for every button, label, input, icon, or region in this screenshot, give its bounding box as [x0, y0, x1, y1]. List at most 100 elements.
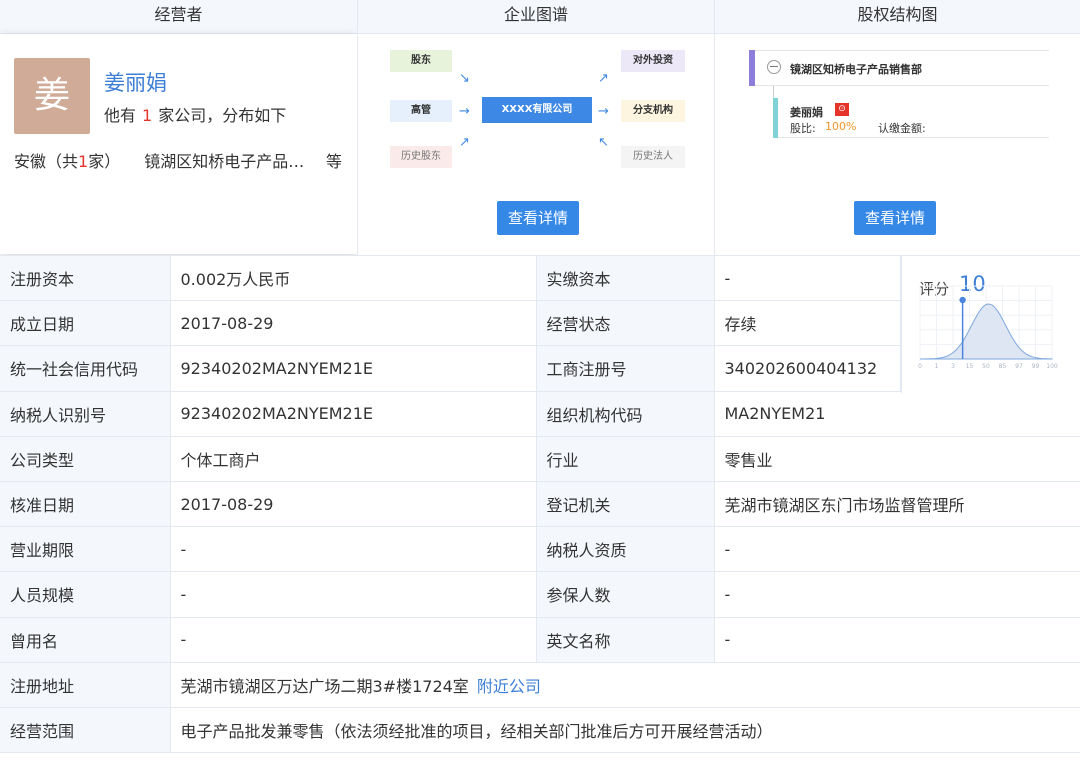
row-value: - — [713, 526, 1080, 573]
row-label: 注册地址 — [0, 662, 171, 708]
row-value: 芜湖市镜湖区东门市场监督管理所 — [713, 481, 1080, 528]
nearby-companies-link[interactable]: 附近公司 — [469, 677, 541, 696]
table-row: 注册地址 芜湖市镜湖区万达广场二期3#楼1724室 附近公司 — [0, 662, 1080, 708]
region-company-link[interactable]: 镜湖区知桥电子产品… — [144, 152, 304, 171]
desc-suffix: 家公司，分布如下 — [158, 106, 287, 125]
equity-details-button[interactable]: 查看详情 — [854, 201, 937, 235]
node-history-legal: 历史法人 — [621, 146, 685, 168]
region-line: 安徽（共1家） 镜湖区知桥电子产品… — [14, 148, 304, 172]
score-tick-label: 99 — [1032, 363, 1040, 370]
region-suffix: 家） — [88, 152, 121, 171]
enterprise-graph-diagram: 股东 高管 历史股东 XXXX有限公司 对外投资 分支机构 历史法人 ↘ → ↗… — [358, 34, 715, 194]
row-label: 实缴资本 — [535, 255, 714, 302]
arrow-icon: ↗ — [598, 71, 609, 86]
equity-company-name: 镜湖区知桥电子产品销售部 — [790, 63, 922, 76]
node-executive: 高管 — [390, 100, 452, 122]
enterprise-graph-header: 企业图谱 — [358, 0, 714, 34]
row-value: - — [713, 571, 1080, 618]
equity-ratio-value: 100% — [825, 120, 857, 133]
operator-company-count: 他有 1 家公司，分布如下 — [104, 102, 286, 126]
company-node: 镜湖区知桥电子产品销售部 — [755, 50, 1049, 86]
arrow-icon: ↘ — [459, 71, 470, 86]
table-row: 人员规模 - 参保人数 - — [0, 571, 1080, 618]
row-label: 行业 — [535, 436, 714, 482]
row-label: 公司类型 — [0, 436, 171, 482]
row-label: 人员规模 — [0, 571, 171, 618]
score-tick-label: 15 — [966, 363, 974, 370]
node-history-shareholder: 历史股东 — [390, 146, 452, 168]
score-tick-label: 50 — [982, 363, 990, 370]
graph-details-button[interactable]: 查看详情 — [497, 201, 580, 235]
arrow-icon: ↗ — [459, 135, 470, 150]
node-branch: 分支机构 — [621, 100, 685, 122]
company-count: 1 — [142, 106, 153, 125]
person-node: 姜丽娟 ⊙ 股比: 100% 认缴金额: — [778, 98, 1049, 138]
desc-prefix: 他有 — [104, 106, 137, 125]
region-count: 1 — [78, 152, 89, 171]
node-investment: 对外投资 — [621, 50, 685, 72]
operator-name-link[interactable]: 姜丽娟 — [104, 67, 167, 97]
score-tick-label: 0 — [918, 363, 922, 370]
row-label: 经营范围 — [0, 707, 171, 754]
scope-value: 电子产品批发兼零售（依法须经批准的项目，经相关部门批准后方可开展经营活动） — [180, 721, 773, 741]
operator-header: 经营者 — [0, 0, 357, 34]
row-value: 340202600404132 — [713, 345, 900, 392]
score-tick-label: 3 — [951, 363, 955, 370]
row-value: 2017-08-29 — [170, 300, 536, 347]
row-value: 2017-08-29 — [170, 481, 536, 528]
equity-header: 股权结构图 — [715, 0, 1080, 34]
row-value: - — [170, 617, 536, 663]
row-label: 纳税人识别号 — [0, 391, 171, 437]
row-label: 纳税人资质 — [535, 526, 714, 573]
score-tick-label: 97 — [1015, 363, 1023, 370]
row-value: 个体工商户 — [170, 436, 536, 482]
row-value: 零售业 — [713, 436, 1080, 482]
table-row: 纳税人识别号 92340202MA2NYEM21E 组织机构代码 MA2NYEM21 — [0, 391, 1080, 437]
score-curve — [920, 303, 1053, 360]
row-value: 0.002万人民币 — [170, 255, 536, 302]
score-distribution-chart: 0 1 3 15 50 85 97 99 100 — [918, 285, 1058, 370]
score-tick-label: 100 — [1046, 363, 1058, 370]
equity-column: 股权结构图 镜湖区知桥电子产品销售部 姜丽娟 ⊙ 股比: 100% 认缴金额: … — [714, 0, 1080, 255]
scope-value-cell: 电子产品批发兼零售（依法须经批准的项目，经相关部门批准后方可开展经营活动） — [170, 707, 1080, 754]
table-row: 营业期限 - 纳税人资质 - — [0, 526, 1080, 573]
table-row: 曾用名 - 英文名称 - — [0, 617, 1080, 663]
equity-person-name: 姜丽娟 — [790, 106, 823, 119]
collapse-icon[interactable] — [767, 60, 781, 74]
operator-card[interactable]: 姜 姜丽娟 他有 1 家公司，分布如下 安徽（共1家） 镜湖区知桥电子产品… 等 — [0, 34, 357, 254]
row-label: 核准日期 — [0, 481, 171, 528]
row-value: - — [170, 526, 536, 573]
operator-column: 经营者 姜 姜丽娟 他有 1 家公司，分布如下 安徽（共1家） 镜湖区知桥电子产品… … — [0, 0, 357, 255]
row-label: 统一社会信用代码 — [0, 345, 171, 392]
arrow-icon: → — [598, 104, 609, 119]
equity-ratio-label: 股比: — [790, 122, 816, 135]
avatar: 姜 — [14, 58, 90, 134]
region-prefix: 安徽（共 — [14, 152, 79, 171]
row-label: 曾用名 — [0, 617, 171, 663]
row-label: 成立日期 — [0, 300, 171, 347]
more-link[interactable]: 等 — [326, 148, 342, 172]
score-marker-dot — [959, 296, 966, 304]
equity-diagram: 镜湖区知桥电子产品销售部 姜丽娟 ⊙ 股比: 100% 认缴金额: — [715, 34, 1080, 194]
node-center-company: XXXX有限公司 — [482, 97, 592, 123]
row-label: 经营状态 — [535, 300, 714, 347]
row-label: 英文名称 — [535, 617, 714, 663]
arrow-icon: ↖ — [598, 135, 609, 150]
row-value: 存续 — [713, 300, 900, 347]
person-badge-icon: ⊙ — [835, 103, 849, 116]
row-label: 参保人数 — [535, 571, 714, 618]
score-tick-label: 85 — [999, 363, 1007, 370]
row-label: 组织机构代码 — [535, 391, 714, 437]
node-shareholder: 股东 — [390, 50, 452, 72]
score-widget[interactable]: 评分 10 0 1 3 15 50 85 97 99 100 — [901, 256, 1080, 393]
address-value-cell: 芜湖市镜湖区万达广场二期3#楼1724室 附近公司 — [170, 662, 1080, 708]
top-section: 经营者 姜 姜丽娟 他有 1 家公司，分布如下 安徽（共1家） 镜湖区知桥电子产品… … — [0, 0, 1080, 255]
table-row: 经营范围 电子产品批发兼零售（依法须经批准的项目，经相关部门批准后方可开展经营活动… — [0, 707, 1080, 754]
row-label: 营业期限 — [0, 526, 171, 573]
row-value: 92340202MA2NYEM21E — [170, 345, 536, 392]
enterprise-graph-column: 企业图谱 股东 高管 历史股东 XXXX有限公司 对外投资 分支机构 历史法人 … — [357, 0, 714, 255]
row-label: 登记机关 — [535, 481, 714, 528]
equity-amount-label: 认缴金额: — [878, 122, 926, 135]
row-value: - — [713, 255, 900, 302]
row-label: 注册资本 — [0, 255, 171, 302]
